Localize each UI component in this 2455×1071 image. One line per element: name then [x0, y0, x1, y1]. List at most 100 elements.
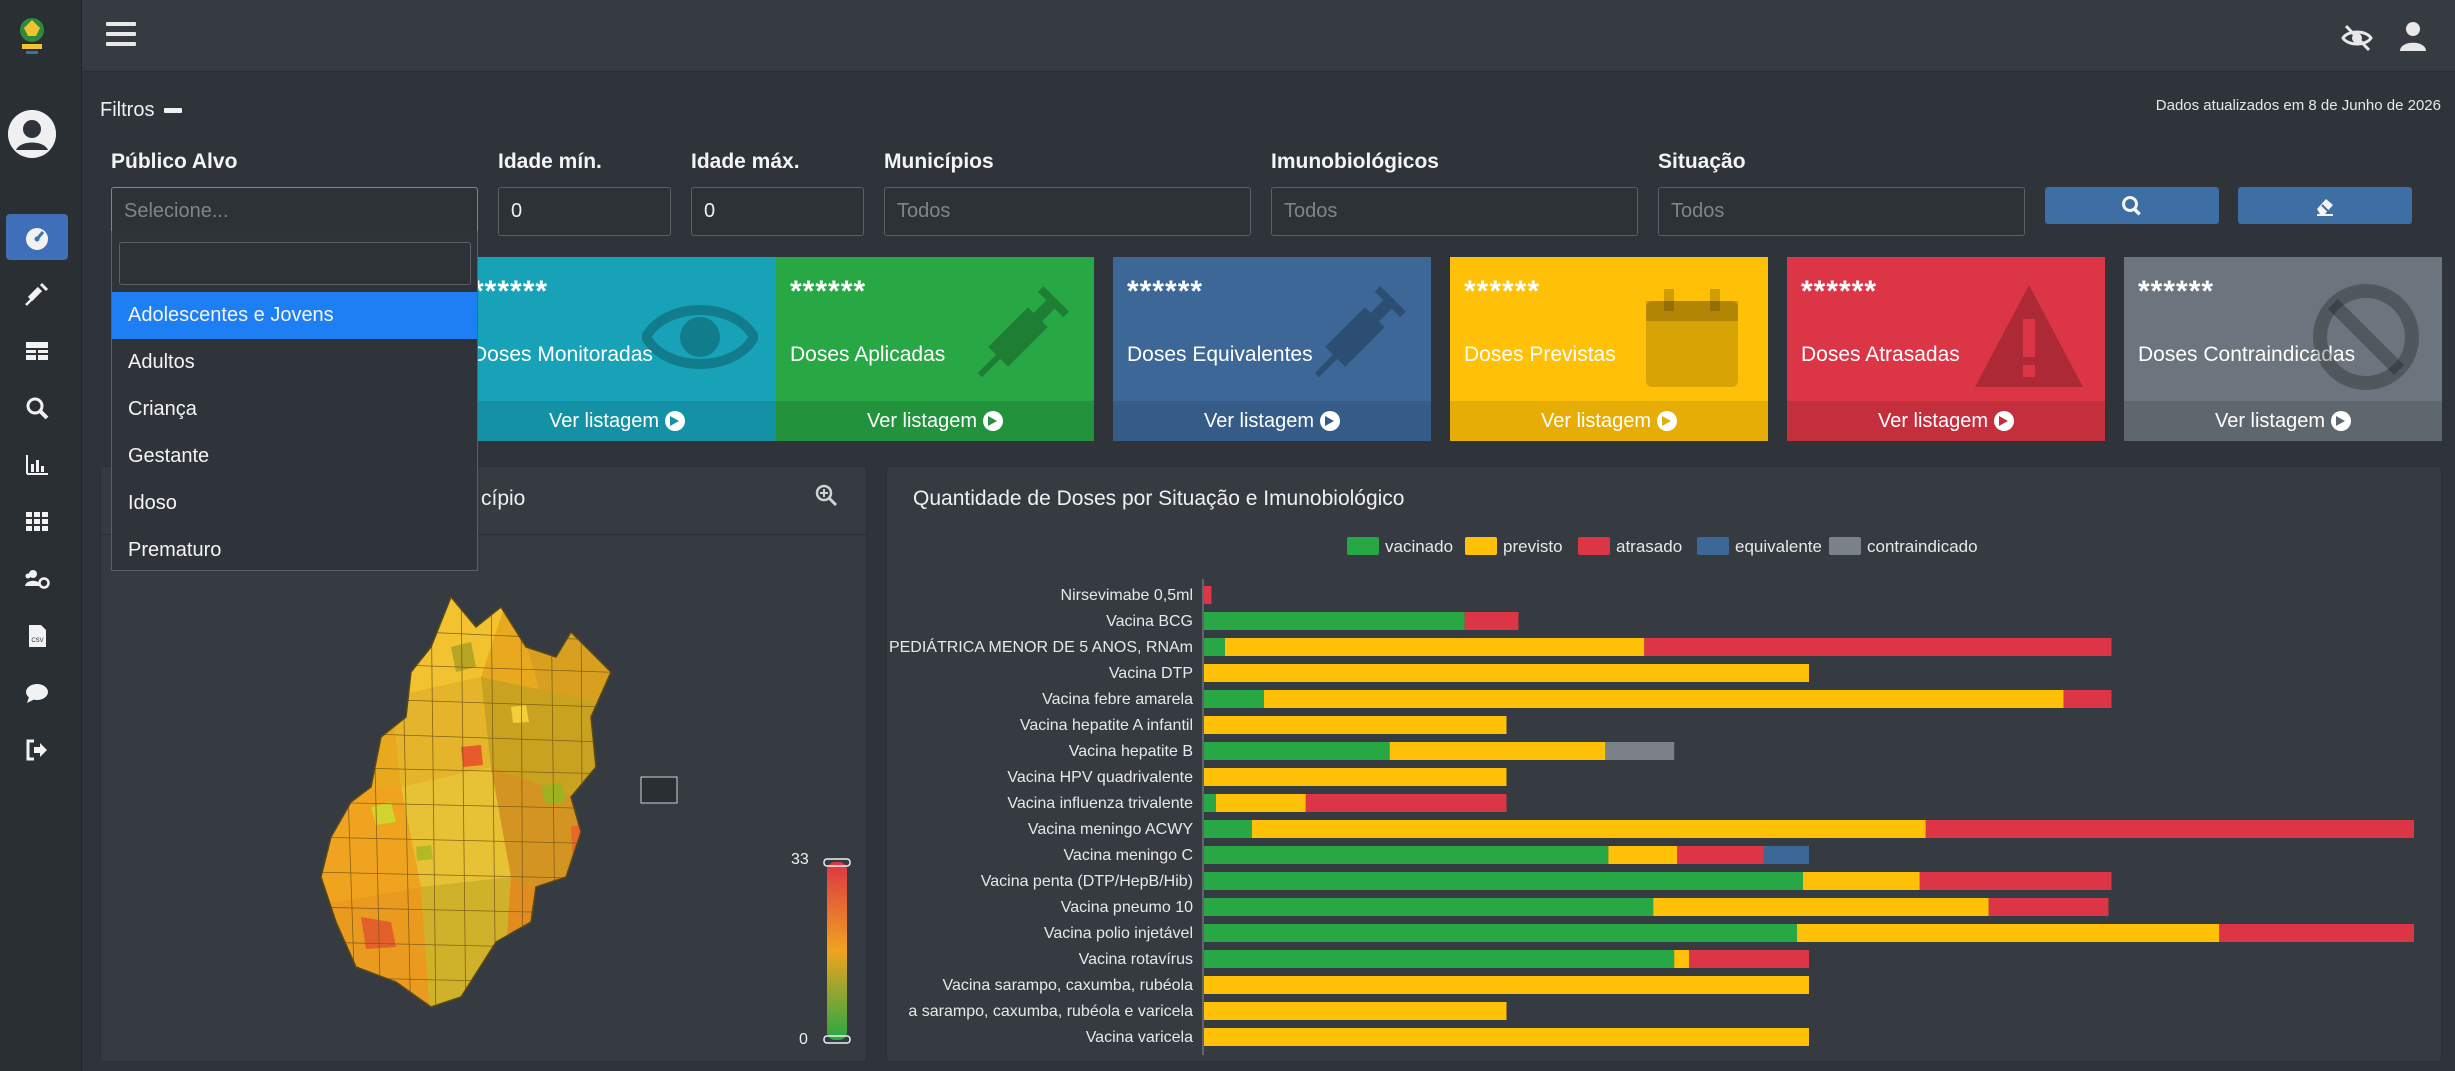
ver-listagem-link[interactable]: Ver listagem [1113, 401, 1431, 441]
y-tick-label: Nirsevimabe 0,5ml [1061, 587, 1193, 604]
bar-segment-vacinado[interactable] [1204, 950, 1675, 968]
bar-segment-atrasado[interactable] [1644, 638, 2112, 656]
card-label: Doses Previstas [1464, 343, 1616, 366]
bar-segment-atrasado[interactable] [1464, 612, 1519, 630]
y-tick-label: PEDIÁTRICA MENOR DE 5 ANOS, RNAm [889, 637, 1193, 656]
bar-segment-vacinado[interactable] [1204, 742, 1390, 760]
bar-segment-atrasado[interactable] [1925, 820, 2414, 838]
legend-swatch [1347, 537, 1379, 555]
bar-segment-previsto[interactable] [1608, 846, 1678, 864]
sidebar-item-csv-file[interactable]: CSV [6, 613, 68, 659]
zoom-in-icon[interactable] [814, 483, 838, 507]
eye-slash-icon[interactable] [2341, 22, 2373, 54]
bar-segment-previsto[interactable] [1204, 768, 1507, 786]
ver-listagem-link[interactable]: Ver listagem [458, 401, 776, 441]
sidebar-item-search[interactable] [6, 385, 68, 431]
bar-segment-atrasado[interactable] [1204, 586, 1212, 604]
ver-listagem-link[interactable]: Ver listagem [2124, 401, 2442, 441]
bar-segment-vacinado[interactable] [1204, 820, 1252, 838]
bar-segment-atrasado[interactable] [2219, 924, 2414, 942]
bar-segment-previsto[interactable] [1224, 638, 1645, 656]
ver-listagem-link[interactable]: Ver listagem [776, 401, 1094, 441]
bar-segment-atrasado[interactable] [1988, 898, 2109, 916]
sidebar-item-dashboard[interactable] [6, 214, 68, 260]
bar-segment-equivalente[interactable] [1764, 846, 1809, 864]
bar-segment-previsto[interactable] [1803, 872, 1920, 890]
bar-segment-vacinado[interactable] [1204, 612, 1465, 630]
idade-max-input[interactable]: 0 [691, 187, 864, 236]
bar-segment-previsto[interactable] [1263, 690, 2064, 708]
bar-segment-vacinado[interactable] [1204, 846, 1609, 864]
sidebar-item-table[interactable] [6, 328, 68, 374]
summary-card: ****** Doses Aplicadas Ver listagem [776, 257, 1094, 441]
idade-min-input[interactable]: 0 [498, 187, 671, 236]
publico-alvo-select[interactable]: Selecione... [111, 187, 478, 236]
bar-segment-vacinado[interactable] [1204, 638, 1225, 656]
y-tick-label: Vacina rotavírus [1079, 951, 1193, 968]
legend-item-atrasado[interactable]: atrasado [1578, 537, 1682, 556]
bar-segment-atrasado[interactable] [1305, 794, 1507, 812]
municipality-map[interactable] [311, 587, 751, 1027]
bar-segment-atrasado[interactable] [1689, 950, 1809, 968]
bar-segment-vacinado[interactable] [1204, 924, 1798, 942]
bar-segment-vacinado[interactable] [1204, 690, 1264, 708]
situacao-select[interactable]: Todos [1658, 187, 2025, 236]
sidebar-item-comment[interactable] [6, 670, 68, 716]
bar-segment-vacinado[interactable] [1204, 872, 1803, 890]
arrow-circle-right-icon [1320, 411, 1341, 431]
legend-item-previsto[interactable]: previsto [1465, 537, 1563, 556]
legend-swatch [1829, 537, 1861, 555]
syringe-icon [977, 286, 1069, 378]
bar-segment-vacinado[interactable] [1204, 794, 1216, 812]
bar-segment-previsto[interactable] [1653, 898, 1989, 916]
user-icon[interactable] [2399, 20, 2427, 52]
municipios-select[interactable]: Todos [884, 187, 1251, 236]
dropdown-option[interactable]: Criança [112, 386, 477, 433]
sidebar-item-users-cog[interactable] [6, 556, 68, 602]
sidebar-item-sign-out[interactable] [6, 727, 68, 773]
dashboard-icon [26, 228, 48, 250]
bar-segment-contraindicado[interactable] [1605, 742, 1675, 760]
municipios-label: Municípios [884, 150, 994, 173]
bar-segment-previsto[interactable] [1204, 1002, 1507, 1020]
hamburger-icon[interactable] [106, 22, 136, 50]
minus-icon [164, 108, 183, 114]
sidebar-item-grid[interactable] [6, 499, 68, 545]
dropdown-option[interactable]: Adultos [112, 339, 477, 386]
bar-segment-previsto[interactable] [1204, 664, 1809, 682]
legend-item-contraindicado[interactable]: contraindicado [1829, 537, 1978, 556]
syringe-icon [25, 282, 49, 306]
bar-segment-atrasado[interactable] [1919, 872, 2112, 890]
legend-item-equivalente[interactable]: equivalente [1697, 537, 1822, 556]
imunobiologicos-select[interactable]: Todos [1271, 187, 1638, 236]
clear-button[interactable] [2238, 187, 2412, 224]
bar-segment-previsto[interactable] [1674, 950, 1690, 968]
dropdown-option[interactable]: Idoso [112, 480, 477, 527]
sidebar-item-syringe[interactable] [6, 271, 68, 317]
avatar[interactable] [8, 110, 56, 158]
y-tick-label: Vacina hepatite A infantil [1020, 717, 1193, 734]
dropdown-option[interactable]: Adolescentes e Jovens [112, 292, 477, 339]
bar-segment-previsto[interactable] [1204, 716, 1507, 734]
bar-segment-previsto[interactable] [1797, 924, 2220, 942]
bar-segment-previsto[interactable] [1204, 976, 1809, 994]
search-button[interactable] [2045, 187, 2219, 224]
sidebar-item-bar-chart[interactable] [6, 442, 68, 488]
ver-listagem-link[interactable]: Ver listagem [1450, 401, 1768, 441]
dropdown-search-input[interactable] [119, 242, 471, 285]
legend-item-vacinado[interactable]: vacinado [1347, 537, 1453, 556]
ver-listagem-link[interactable]: Ver listagem [1787, 401, 2105, 441]
logo-icon[interactable] [14, 14, 50, 58]
bar-segment-vacinado[interactable] [1204, 898, 1654, 916]
bar-segment-atrasado[interactable] [1677, 846, 1765, 864]
bar-segment-previsto[interactable] [1251, 820, 1926, 838]
bar-segment-previsto[interactable] [1389, 742, 1606, 760]
bar-segment-previsto[interactable] [1204, 1028, 1809, 1046]
y-tick-label: Vacina HPV quadrivalente [1007, 769, 1193, 786]
filters-toggle[interactable]: Filtros [100, 99, 183, 122]
bar-segment-previsto[interactable] [1215, 794, 1306, 812]
dropdown-option[interactable]: Gestante [112, 433, 477, 480]
dropdown-option[interactable]: Prematuro [112, 527, 477, 574]
scale-min-label: 0 [799, 1031, 808, 1048]
bar-segment-atrasado[interactable] [2063, 690, 2112, 708]
